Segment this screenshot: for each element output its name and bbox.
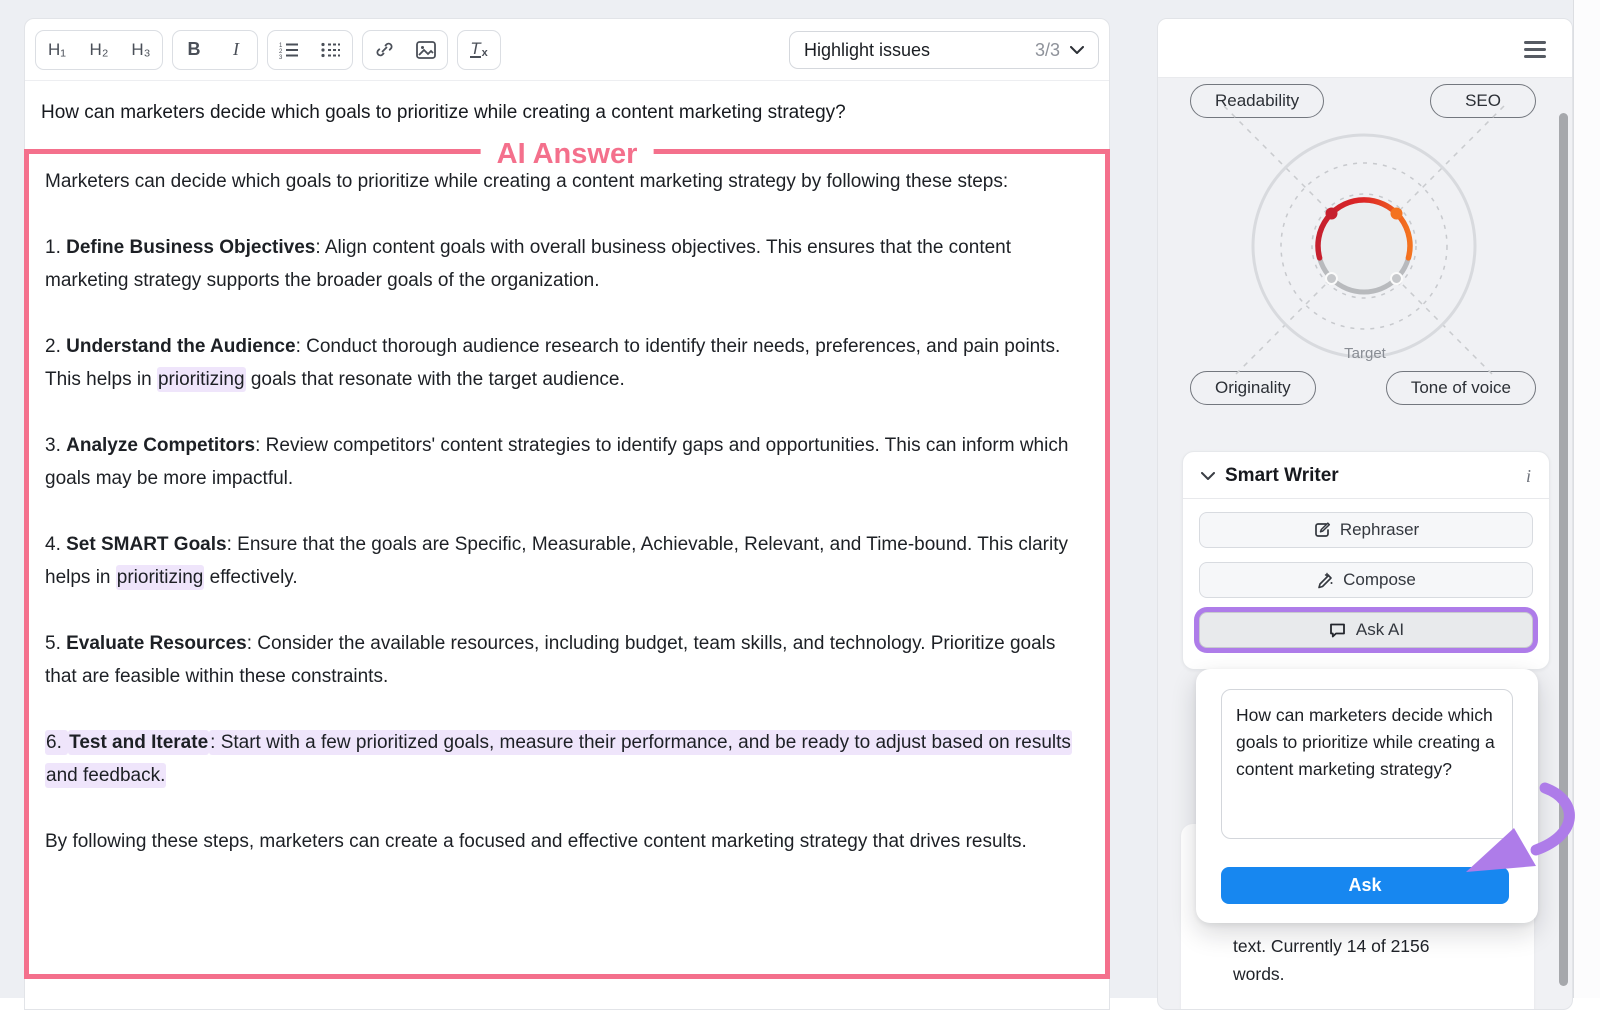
h3-button[interactable]: H₃ [120,31,162,69]
answer-paragraph: 5. Evaluate Resources: Consider the avai… [45,627,1089,693]
format-button-group: B I [172,30,258,70]
highlight-issues-label: Highlight issues [804,40,930,61]
bold-icon: B [188,39,201,60]
answer-paragraph: 4. Set SMART Goals: Ensure that the goal… [45,528,1089,594]
smart-writer-title: Smart Writer [1225,465,1339,487]
ai-answer-box: AI Answer Marketers can decide which goa… [24,149,1110,979]
question-text: How can marketers decide which goals to … [41,100,1093,126]
target-gauge [1158,77,1573,377]
compose-icon [1316,571,1334,589]
compose-label: Compose [1343,570,1416,590]
compose-button[interactable]: Compose [1199,562,1533,598]
italic-button[interactable]: I [215,31,257,69]
heading-button-group: H₁ H₂ H₃ [35,30,163,70]
highlight-issues-count: 3/3 [1035,40,1060,61]
recommendation-text-line1: text. Currently 14 of 2156 [1233,932,1514,960]
chevron-down-icon [1070,46,1084,55]
answer-paragraph: 3. Analyze Competitors: Review competito… [45,429,1089,495]
h2-button[interactable]: H₂ [78,31,120,69]
sidebar-header [1158,19,1572,78]
link-icon [375,40,394,59]
sidebar-scrollbar[interactable] [1559,113,1568,986]
svg-text:3: 3 [279,55,283,59]
bold-button[interactable]: B [173,31,215,69]
smart-writer-body: Rephraser Compose Ask AI [1183,499,1549,669]
rephraser-button[interactable]: Rephraser [1199,512,1533,548]
ask-button[interactable]: Ask [1221,867,1509,904]
chevron-down-icon [1201,472,1215,481]
link-button[interactable] [363,31,405,69]
highlight-issues-dropdown[interactable]: Highlight issues 3/3 [789,31,1099,69]
list-button-group: 1 2 3 [267,30,353,70]
bullet-list-button[interactable] [310,31,352,69]
ai-answer-label: AI Answer [481,135,654,173]
clear-formatting-button[interactable]: Tx [458,31,500,69]
menu-icon[interactable] [1524,41,1546,62]
clear-formatting-icon: T [470,41,480,58]
image-button[interactable] [405,31,447,69]
ask-ai-button[interactable]: Ask AI [1199,612,1533,648]
smart-writer-header[interactable]: Smart Writer i [1183,452,1549,498]
page-scroll-gutter[interactable] [1573,0,1600,998]
recommendation-text-line2: words. [1233,960,1514,988]
editor-toolbar: H₁ H₂ H₃ B I 1 2 3 [25,19,1109,81]
answer-paragraph: By following these steps, marketers can … [45,825,1089,858]
info-icon[interactable]: i [1526,466,1531,487]
ai-answer-paragraphs: Marketers can decide which goals to prio… [40,165,1094,858]
insert-button-group [362,30,448,70]
bullet-list-icon [321,41,341,59]
answer-paragraph: 6. Test and Iterate: Start with a few pr… [45,726,1089,792]
chat-bubble-icon [1328,621,1347,639]
italic-icon: I [233,39,239,60]
app-background: H₁ H₂ H₃ B I 1 2 3 [0,0,1574,998]
ask-ai-label: Ask AI [1356,620,1404,640]
target-label: Target [1158,344,1572,364]
smart-writer-card: Smart Writer i Rephraser [1182,451,1550,670]
ordered-list-button[interactable]: 1 2 3 [268,31,310,69]
image-icon [416,41,436,59]
ask-ai-question-input[interactable]: How can marketers decide which goals to … [1221,689,1513,839]
answer-paragraph: 1. Define Business Objectives: Align con… [45,231,1089,297]
editor-content[interactable]: How can marketers decide which goals to … [25,81,1109,979]
answer-paragraph: 2. Understand the Audience: Conduct thor… [45,330,1089,396]
assistant-sidebar: Readability SEO Originality Tone of voic… [1157,18,1573,1010]
clear-format-group: Tx [457,30,501,70]
ask-ai-popup: How can marketers decide which goals to … [1196,669,1538,923]
h1-button[interactable]: H₁ [36,31,78,69]
editor-panel: H₁ H₂ H₃ B I 1 2 3 [24,18,1110,1010]
rephraser-icon [1313,521,1331,539]
rephraser-label: Rephraser [1340,520,1419,540]
ordered-list-icon: 1 2 3 [279,41,299,59]
